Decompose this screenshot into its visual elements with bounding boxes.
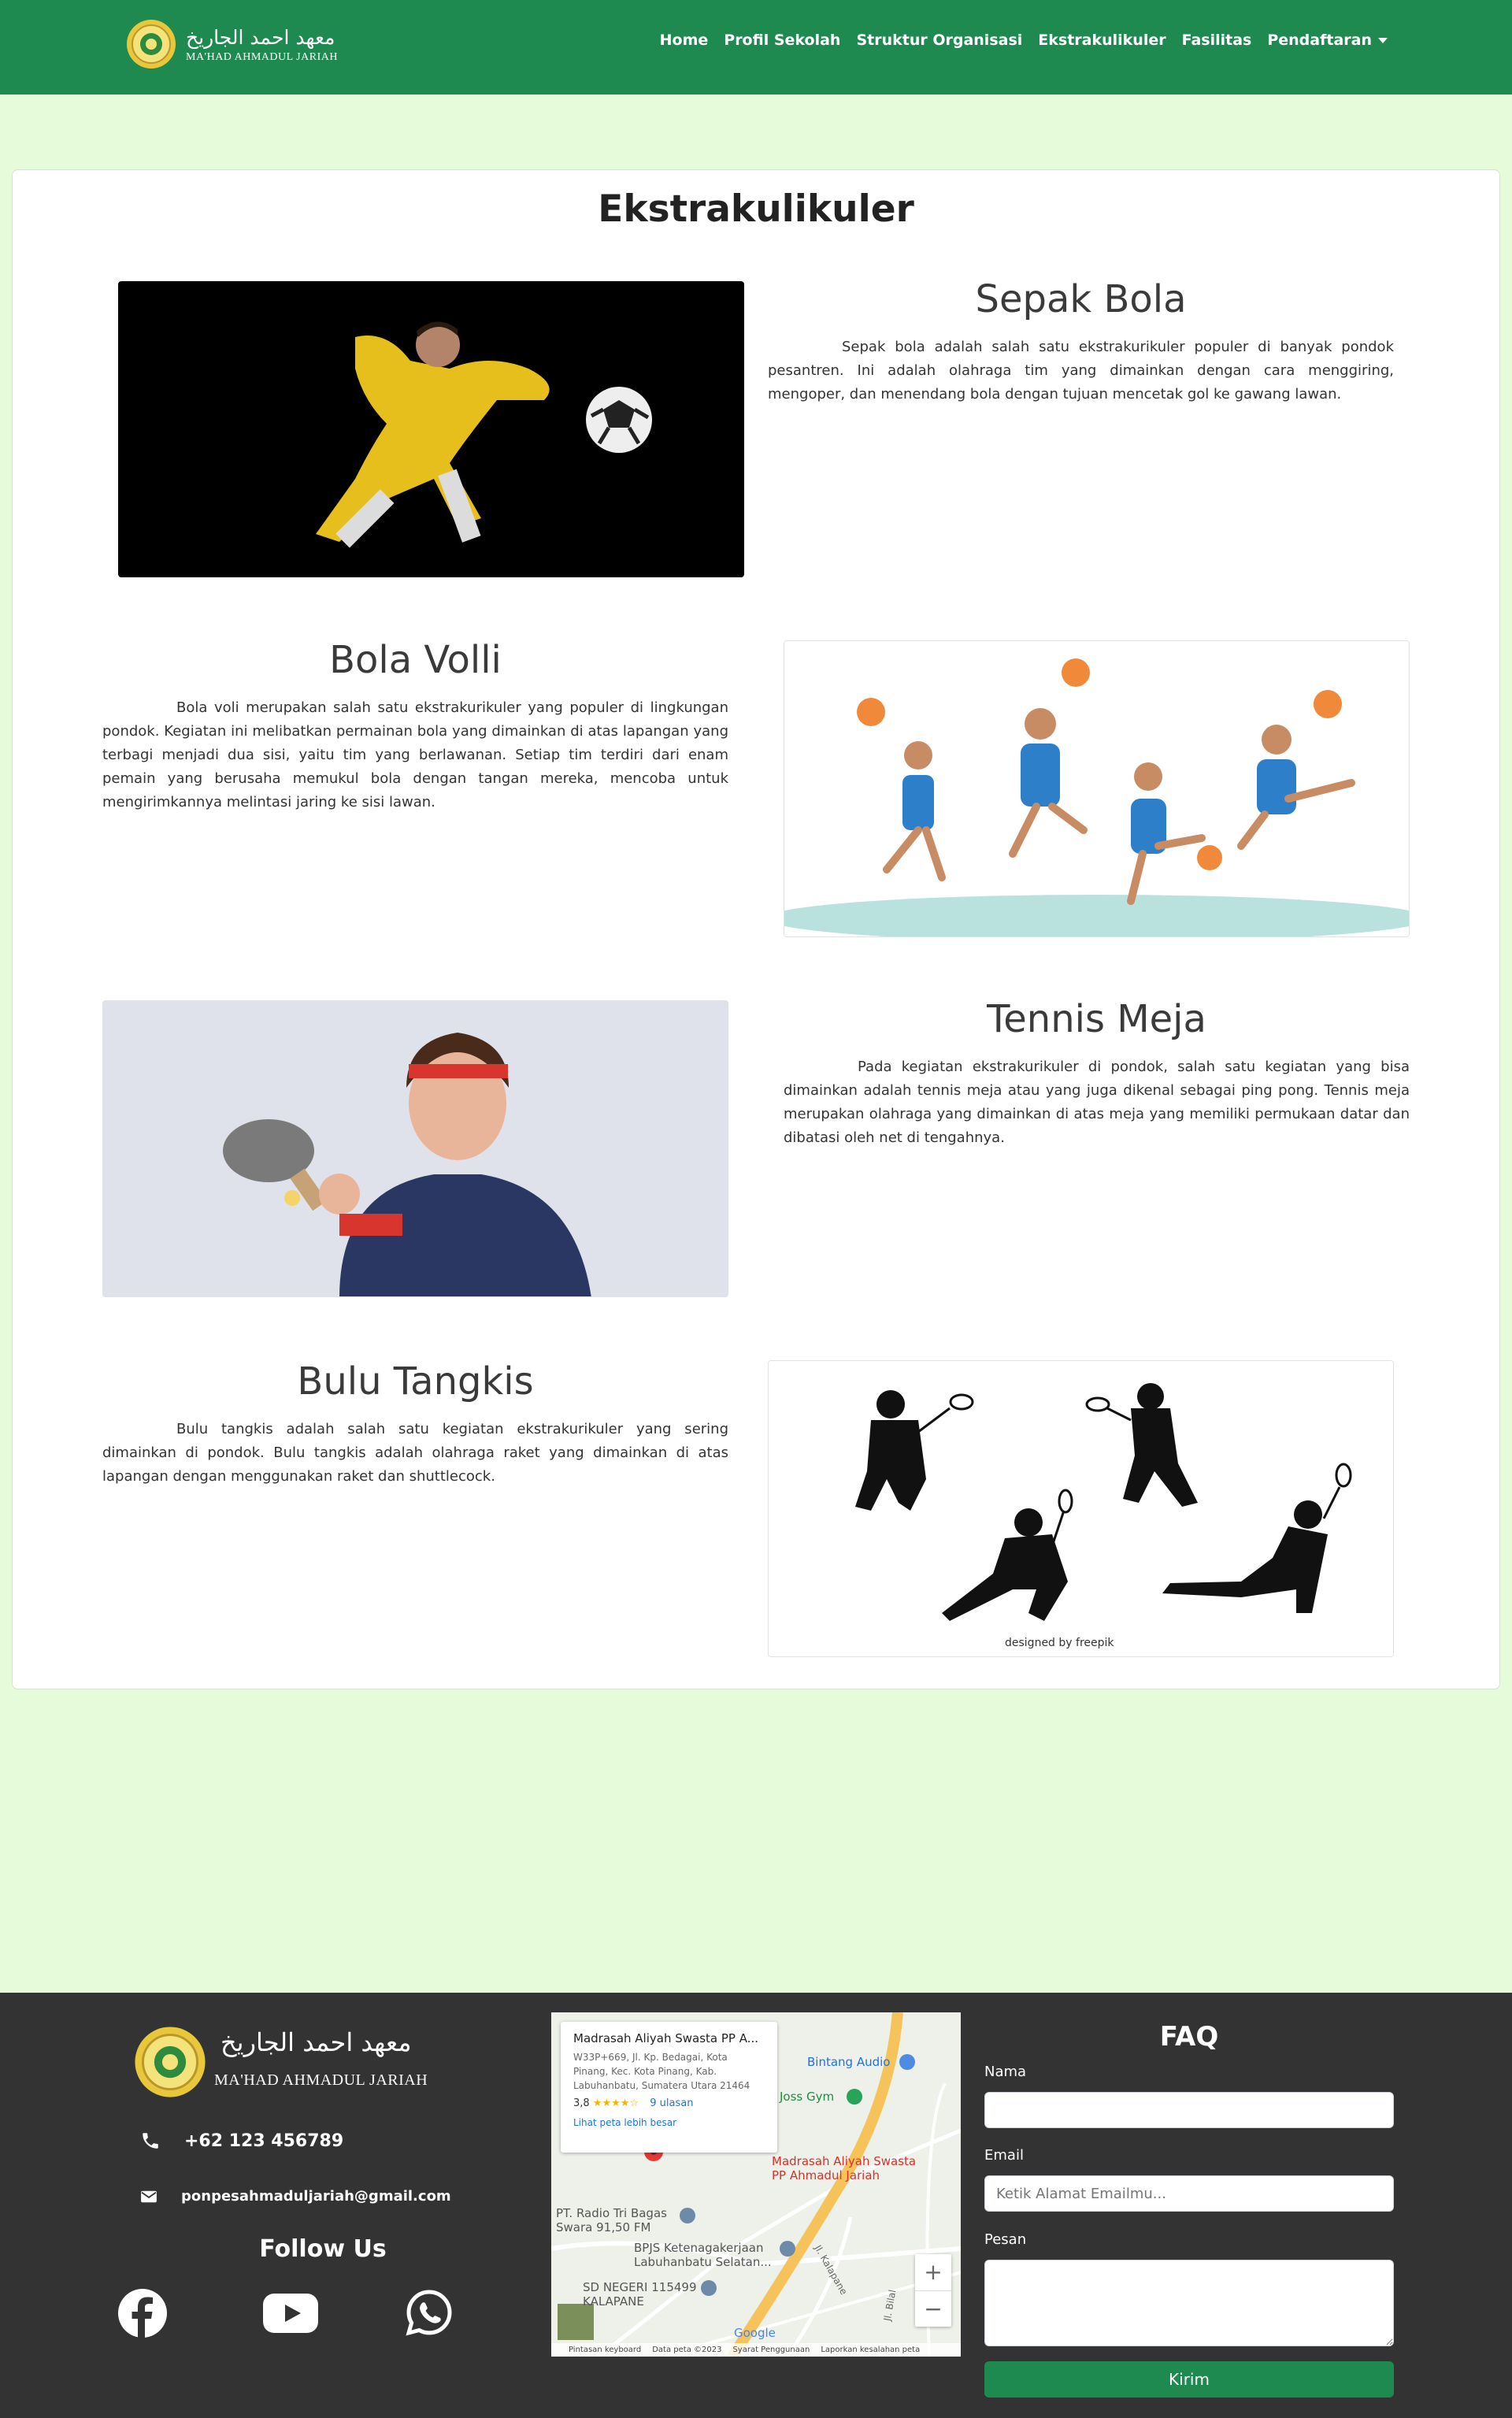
footer-email-address: ponpesahmaduljariah@gmail.com xyxy=(181,2188,451,2205)
envelope-icon xyxy=(141,2190,157,2202)
tennis-meja-image xyxy=(102,1000,728,1297)
section-text-bulu-tangkis: Bulu tangkis adalah salah satu kegiatan … xyxy=(102,1421,728,1485)
map-keyboard-shortcuts[interactable]: Pintasan keyboard xyxy=(569,2346,641,2354)
freepik-credit: designed by freepik xyxy=(1005,1637,1114,1649)
nav-menu: Home Profil Sekolah Struktur Organisasi … xyxy=(644,32,1388,49)
name-input[interactable] xyxy=(984,2092,1394,2128)
nav-home[interactable]: Home xyxy=(660,32,709,49)
footer-logo-icon xyxy=(135,2027,206,2097)
map-reviews-link[interactable]: 9 ulasan xyxy=(650,2097,693,2109)
map-data: Data peta ©2023 xyxy=(652,2346,722,2354)
footer-phone[interactable]: +62 123 456789 xyxy=(140,2131,343,2151)
map-place-title: Madrasah Aliyah Swasta PP A... xyxy=(573,2031,759,2045)
message-textarea[interactable] xyxy=(984,2260,1394,2346)
section-title-tennis-meja: Tennis Meja xyxy=(987,997,1206,1041)
nav-fasilitas[interactable]: Fasilitas xyxy=(1182,32,1252,49)
section-title-sepak-bola: Sepak Bola xyxy=(975,277,1187,321)
sepak-bola-image xyxy=(118,281,744,577)
caret-down-icon xyxy=(1378,38,1388,43)
brand-arabic-name: معهد احمد الجاريخ xyxy=(186,26,335,49)
nav-struktur-organisasi[interactable]: Struktur Organisasi xyxy=(856,32,1022,49)
faq-heading: FAQ xyxy=(1159,2021,1219,2053)
map-attribution: Pintasan keyboard Data peta ©2023 Syarat… xyxy=(551,2343,961,2357)
rating-stars-icon: ★★★★☆ xyxy=(592,2097,639,2109)
map-place-address: W33P+669, Jl. Kp. Bedagai, Kota Pinang, … xyxy=(573,2052,750,2091)
bola-volli-image xyxy=(784,640,1410,937)
youtube-icon[interactable] xyxy=(263,2294,318,2333)
map-label-bpjs: BPJS Ketenagakerjaan Labuhanbatu Selatan… xyxy=(634,2241,772,2269)
map-terms[interactable]: Syarat Penggunaan xyxy=(732,2346,810,2354)
name-label: Nama xyxy=(984,2064,1027,2080)
map-zoom-controls: + − xyxy=(915,2254,951,2327)
brand-latin-name: MA'HAD AHMADUL JARIAH xyxy=(186,51,338,63)
phone-icon xyxy=(143,2133,158,2149)
zoom-out-button[interactable]: − xyxy=(915,2290,951,2327)
bulu-tangkis-image: designed by freepik xyxy=(768,1360,1394,1657)
map-rating: 3,8 xyxy=(573,2097,590,2109)
zoom-in-button[interactable]: + xyxy=(915,2254,951,2290)
email-input[interactable] xyxy=(984,2175,1394,2212)
section-title-bulu-tangkis: Bulu Tangkis xyxy=(297,1359,534,1404)
footer-email[interactable]: ponpesahmaduljariah@gmail.com xyxy=(140,2188,451,2205)
follow-us-heading: Follow Us xyxy=(259,2235,387,2263)
nav-ekstrakulikuler[interactable]: Ekstrakulikuler xyxy=(1038,32,1166,49)
map-report-error[interactable]: Laporkan kesalahan peta xyxy=(821,2346,920,2354)
nav-pendaftaran-label: Pendaftaran xyxy=(1267,32,1372,49)
nav-pendaftaran-dropdown[interactable]: Pendaftaran xyxy=(1267,32,1388,49)
submit-button[interactable]: Kirim xyxy=(984,2361,1394,2398)
nav-profil-sekolah[interactable]: Profil Sekolah xyxy=(724,32,840,49)
section-text-tennis-meja: Pada kegiatan ekstrakurikuler di pondok,… xyxy=(784,1059,1410,1146)
map-place-card: Madrasah Aliyah Swasta PP A... W33P+669,… xyxy=(561,2022,777,2153)
map-label-sd: SD NEGERI 115499 KALAPANE xyxy=(583,2280,697,2309)
message-label: Pesan xyxy=(984,2231,1027,2248)
facebook-icon[interactable] xyxy=(118,2289,167,2338)
footer-phone-number: +62 123 456789 xyxy=(184,2131,344,2151)
section-text-sepak-bola: Sepak bola adalah salah satu ekstrakurik… xyxy=(768,339,1394,402)
map-label-bintang-audio: Bintang Audio xyxy=(807,2055,891,2069)
page-title: Ekstrakulikuler xyxy=(598,187,914,231)
map-larger-link[interactable]: Lihat peta lebih besar xyxy=(573,2117,765,2128)
brand[interactable]: معهد احمد الجاريخ MA'HAD AHMADUL JARIAH xyxy=(126,19,338,69)
footer-arabic-name: معهد احمد الجاريخ xyxy=(220,2027,412,2057)
map-label-madrasah: Madrasah Aliyah Swasta PP Ahmadul Jariah xyxy=(772,2154,917,2183)
whatsapp-icon[interactable] xyxy=(406,2289,453,2336)
map-label-joss-gym: Joss Gym xyxy=(780,2090,835,2104)
navbar: معهد احمد الجاريخ MA'HAD AHMADUL JARIAH … xyxy=(0,0,1512,95)
section-text-bola-volli: Bola voli merupakan salah satu ekstrakur… xyxy=(102,699,728,810)
map-label-radio: PT. Radio Tri Bagas Swara 91,50 FM xyxy=(556,2206,667,2234)
section-title-bola-volli: Bola Volli xyxy=(329,638,502,682)
footer-latin-name: MA'HAD AHMADUL JARIAH xyxy=(214,2071,428,2089)
email-label: Email xyxy=(984,2147,1024,2164)
google-logo: Google xyxy=(734,2326,776,2340)
google-map[interactable]: Madrasah Aliyah Swasta PP A... W33P+669,… xyxy=(551,2012,961,2357)
school-logo-icon xyxy=(127,20,176,69)
